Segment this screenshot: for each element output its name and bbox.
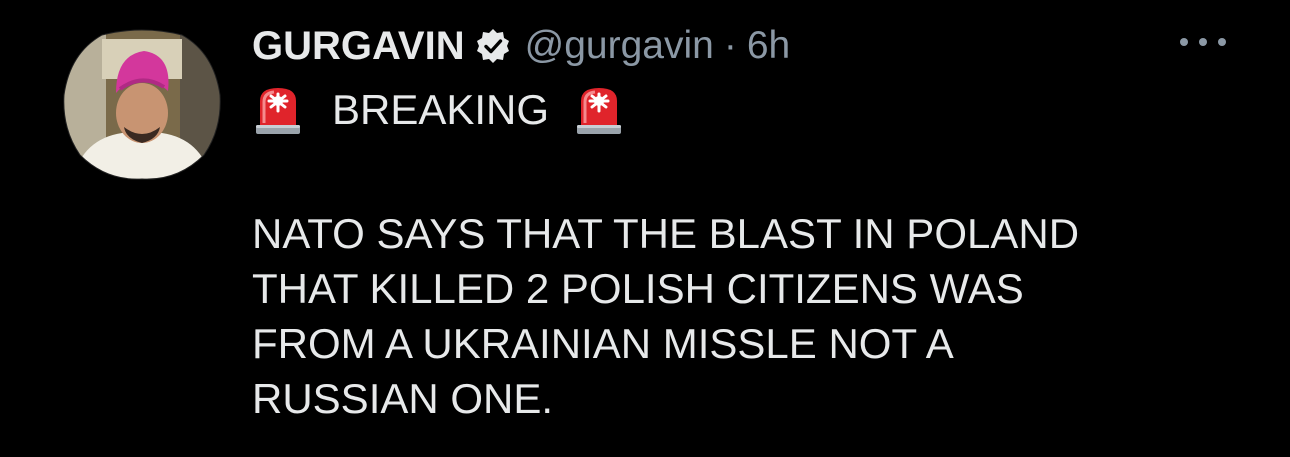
tweet-body-line: NATO SAYS THAT THE BLAST IN POLAND	[252, 210, 1080, 257]
tweet-body: NATO SAYS THAT THE BLAST IN POLAND THAT …	[252, 206, 1252, 426]
display-name[interactable]: GURGAVIN	[252, 24, 465, 69]
more-dot	[1218, 38, 1226, 46]
avatar-image	[63, 29, 221, 180]
headline-text: BREAKING	[332, 86, 550, 133]
police-siren-icon	[575, 85, 623, 135]
tweet: GURGAVIN @gurgavin · 6h BREAKING NATO SA…	[0, 0, 1290, 457]
verified-badge-icon	[475, 28, 511, 64]
more-options-icon[interactable]	[1180, 30, 1226, 54]
user-handle[interactable]: @gurgavin	[525, 24, 714, 68]
separator-dot: ·	[723, 24, 737, 67]
timestamp[interactable]: 6h	[747, 24, 790, 68]
headline-line: BREAKING	[254, 82, 623, 138]
more-dot	[1199, 38, 1207, 46]
police-siren-icon	[254, 85, 302, 135]
tweet-body-line: RUSSIAN ONE.	[252, 375, 554, 422]
tweet-body-line: FROM A UKRAINIAN MISSLE NOT A	[252, 320, 954, 367]
more-dot	[1180, 38, 1188, 46]
avatar[interactable]	[62, 29, 222, 181]
tweet-header: GURGAVIN @gurgavin · 6h	[252, 18, 790, 74]
tweet-body-line: THAT KILLED 2 POLISH CITIZENS WAS	[252, 265, 1024, 312]
